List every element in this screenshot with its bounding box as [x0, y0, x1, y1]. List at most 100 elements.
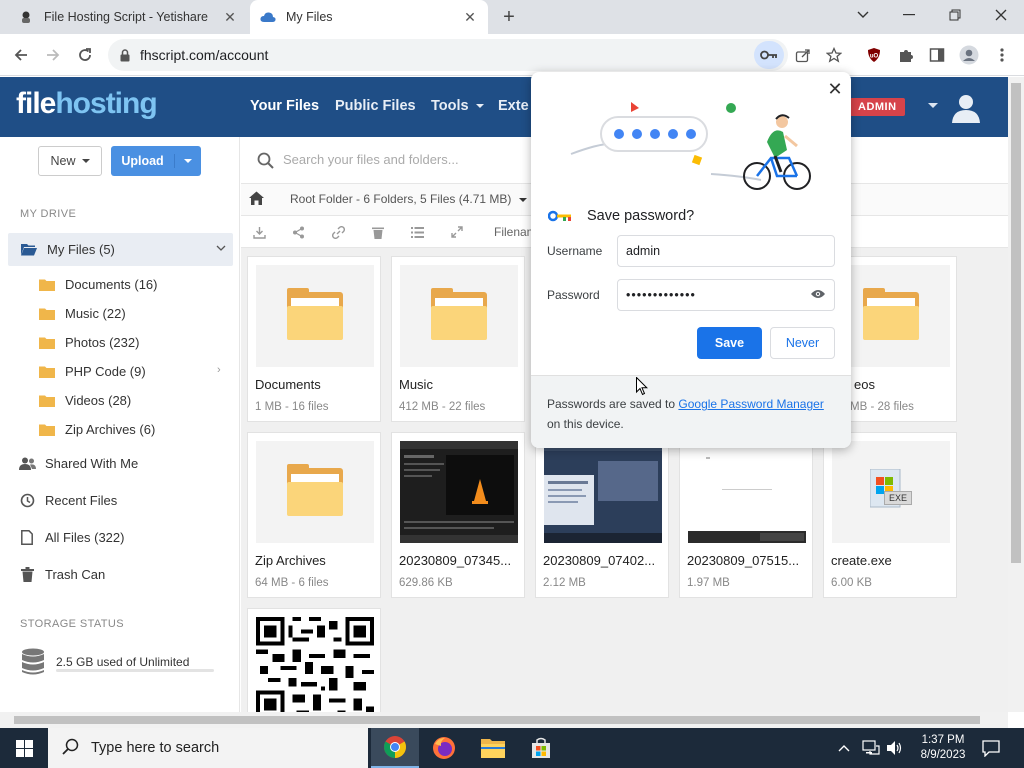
back-icon[interactable]	[8, 42, 34, 68]
image-thumbnail	[688, 441, 806, 543]
item-name: eos	[854, 377, 875, 392]
sidebar-item-photos[interactable]: Photos (232)	[38, 335, 139, 350]
share-icon[interactable]	[291, 225, 305, 239]
network-icon[interactable]	[862, 728, 880, 768]
taskbar-firefox-icon[interactable]	[420, 728, 468, 768]
sidebar-item-shared-with-me[interactable]: Shared With Me	[18, 456, 138, 471]
new-tab-icon[interactable]: +	[498, 6, 520, 28]
taskbar-store-icon[interactable]	[517, 728, 565, 768]
never-button[interactable]: Never	[770, 327, 835, 359]
nav-your-files[interactable]: Your Files	[250, 98, 319, 114]
account-dropdown-caret-icon[interactable]	[928, 103, 938, 108]
folder-card-documents[interactable]: Documents 1 MB - 16 files	[247, 256, 381, 422]
extensions-puzzle-icon[interactable]	[893, 42, 919, 68]
trash-icon	[18, 567, 36, 582]
restore-icon[interactable]	[932, 0, 978, 30]
sidebar-item-zip-archives[interactable]: Zip Archives (6)	[38, 422, 155, 437]
volume-icon[interactable]	[886, 728, 904, 768]
close-icon[interactable]: ✕	[827, 79, 843, 99]
fullscreen-icon[interactable]	[450, 225, 464, 239]
sidebar-item-videos[interactable]: Videos (28)	[38, 393, 131, 408]
delete-icon[interactable]	[371, 225, 385, 239]
username-field[interactable]: admin	[617, 235, 835, 267]
home-icon[interactable]	[249, 191, 264, 208]
image-card[interactable]: 20230809_07345... 629.86 KB	[391, 432, 525, 598]
lock-icon[interactable]	[120, 48, 130, 62]
omnibox[interactable]: fhscript.com/account	[108, 39, 788, 71]
exe-file-icon: EXE	[866, 469, 916, 515]
collapse-chevron-icon[interactable]	[216, 242, 226, 254]
image-card-qr-code[interactable]	[247, 608, 381, 712]
scrollbar-thumb[interactable]	[1011, 83, 1021, 563]
sidebar-item-trash-can[interactable]: Trash Can	[18, 567, 105, 582]
nav-tools[interactable]: Tools	[431, 98, 484, 114]
expand-chevron-icon[interactable]: ›	[217, 364, 221, 376]
sidebar-item-php-code[interactable]: PHP Code (9)	[38, 364, 146, 379]
list-view-icon[interactable]	[410, 225, 424, 239]
breadcrumb[interactable]: Root Folder - 6 Folders, 5 Files (4.71 M…	[290, 192, 527, 206]
reload-icon[interactable]	[72, 42, 98, 68]
taskbar-chrome-icon[interactable]	[371, 728, 419, 768]
sidebar-item-recent-files[interactable]: Recent Files	[18, 493, 117, 508]
filehosting-logo[interactable]: filehosting	[16, 87, 158, 121]
folder-card-zip-archives[interactable]: Zip Archives 64 MB - 6 files	[247, 432, 381, 598]
sidebar-item-music[interactable]: Music (22)	[38, 306, 126, 321]
show-password-eye-icon[interactable]	[810, 288, 826, 302]
search-input[interactable]: Search your files and folders...	[283, 152, 459, 167]
side-panel-icon[interactable]	[924, 42, 950, 68]
upload-button[interactable]: Upload	[111, 146, 201, 176]
folder-thumb	[256, 265, 374, 367]
browser-tab-bar: File Hosting Script - Yetishare ✕ My Fil…	[0, 0, 1024, 34]
storage-progress-bar	[56, 669, 214, 672]
item-name: 20230809_07345...	[399, 553, 512, 568]
horizontal-scrollbar[interactable]	[0, 712, 1008, 728]
admin-badge[interactable]: ADMIN	[850, 98, 905, 116]
folder-card-music[interactable]: Music 412 MB - 22 files	[391, 256, 525, 422]
profile-avatar-icon[interactable]	[956, 42, 982, 68]
password-field[interactable]: •••••••••••••	[617, 279, 835, 311]
chrome-menu-icon[interactable]	[989, 42, 1015, 68]
tab-file-hosting-script[interactable]: File Hosting Script - Yetishare ✕	[8, 0, 248, 34]
show-hidden-icons-chevron-icon[interactable]	[838, 728, 850, 768]
folder-icon	[287, 464, 343, 516]
item-meta: 412 MB - 22 files	[399, 401, 486, 413]
close-tab-icon[interactable]: ✕	[462, 9, 478, 25]
taskbar-search-box[interactable]: Type here to search	[48, 728, 368, 768]
sidebar-item-my-files[interactable]: My Files (5)	[20, 242, 115, 257]
image-card[interactable]: 20230809_07402... 2.12 MB	[535, 432, 669, 598]
vertical-scrollbar[interactable]	[1008, 77, 1024, 712]
item-name: create.exe	[831, 553, 892, 568]
google-password-manager-link[interactable]: Google Password Manager	[678, 397, 823, 411]
user-avatar-icon[interactable]	[950, 91, 982, 123]
sidebar-item-all-files[interactable]: All Files (322)	[18, 530, 124, 545]
link-icon[interactable]	[331, 225, 345, 239]
scrollbar-thumb[interactable]	[14, 716, 980, 724]
tab-my-files[interactable]: My Files ✕	[250, 0, 488, 34]
nav-public-files[interactable]: Public Files	[335, 98, 416, 114]
my-drive-heading: MY DRIVE	[20, 208, 77, 220]
nav-extensions[interactable]: Exte	[498, 98, 529, 114]
item-meta: 629.86 KB	[399, 577, 453, 589]
close-window-icon[interactable]	[978, 0, 1024, 30]
share-icon[interactable]	[790, 42, 816, 68]
bookmark-star-icon[interactable]	[821, 42, 847, 68]
ublock-origin-icon[interactable]: uO	[861, 42, 887, 68]
username-label: Username	[547, 244, 603, 258]
folder-icon	[38, 395, 56, 407]
taskbar-clock[interactable]: 1:37 PM 8/9/2023	[912, 733, 974, 763]
minimize-icon[interactable]	[886, 0, 932, 30]
close-tab-icon[interactable]: ✕	[222, 9, 238, 25]
forward-icon[interactable]	[40, 42, 66, 68]
notifications-icon[interactable]	[982, 728, 1000, 768]
windows-start-icon[interactable]	[0, 728, 48, 768]
new-button[interactable]: New	[38, 146, 102, 176]
tab-search-chevron-icon[interactable]	[840, 0, 886, 30]
download-icon[interactable]	[252, 225, 266, 239]
sidebar-item-documents[interactable]: Documents (16)	[38, 277, 157, 292]
image-card[interactable]: 20230809_07515... 1.97 MB	[679, 432, 813, 598]
taskbar-file-explorer-icon[interactable]	[469, 728, 517, 768]
image-thumbnail	[400, 441, 518, 543]
file-card-create-exe[interactable]: EXE create.exe 6.00 KB	[823, 432, 957, 598]
save-button[interactable]: Save	[697, 327, 762, 359]
password-key-icon[interactable]	[754, 41, 784, 69]
